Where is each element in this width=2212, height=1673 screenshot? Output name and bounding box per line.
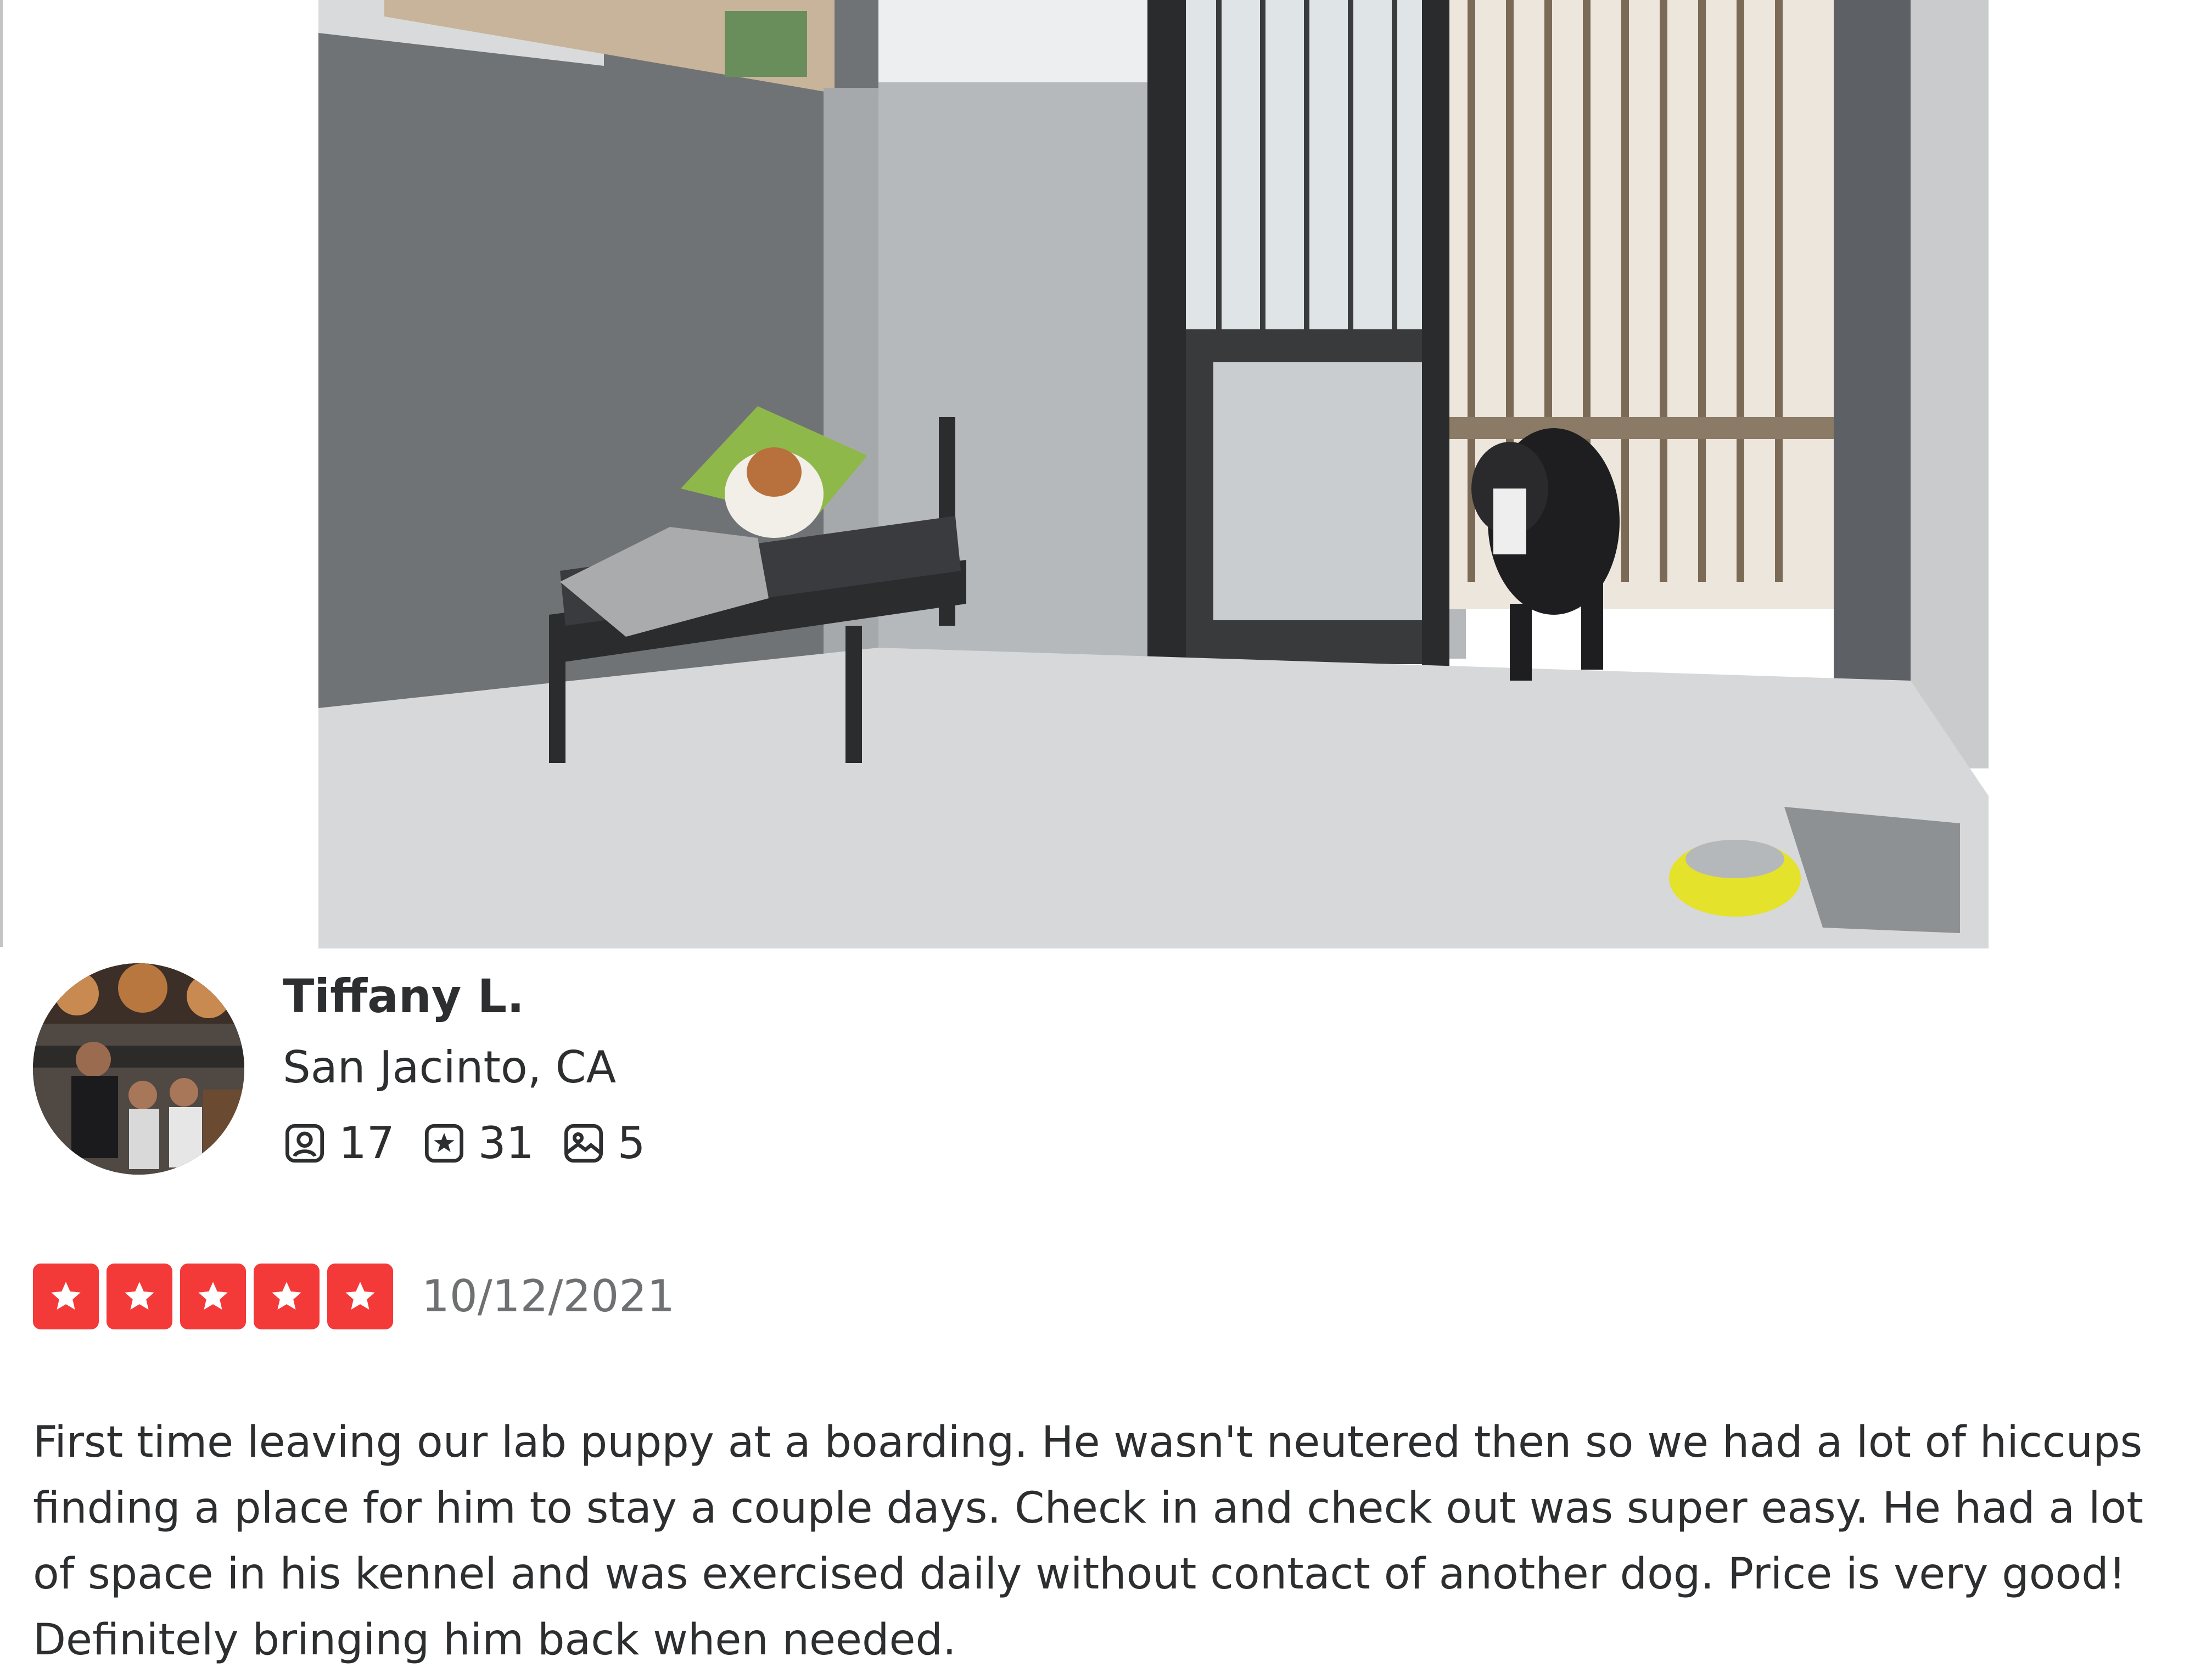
friends-count-value: 17 [339, 1118, 395, 1169]
reviews-star-icon [424, 1124, 463, 1163]
rating-star-4 [254, 1264, 320, 1329]
rating-star-1 [33, 1264, 99, 1329]
photos-count-value: 5 [617, 1118, 646, 1169]
user-avatar[interactable] [33, 963, 244, 1175]
star-icon [125, 1282, 154, 1310]
rating-row: 10/12/2021 [33, 1261, 675, 1332]
star-icon [345, 1282, 375, 1310]
star-icon [198, 1282, 228, 1310]
review-date: 10/12/2021 [422, 1271, 675, 1322]
friends-count: 17 [283, 1116, 395, 1171]
rating-star-2 [107, 1264, 172, 1329]
left-divider-line [0, 0, 3, 947]
review-text: First time leaving our lab puppy at a bo… [33, 1418, 2143, 1665]
rating-star-3 [180, 1264, 246, 1329]
reviews-count-value: 31 [478, 1118, 534, 1169]
reviews-count: 31 [422, 1116, 534, 1171]
star-rating [33, 1264, 393, 1329]
user-stats: 17 31 5 [283, 1116, 673, 1171]
user-name[interactable]: Tiffany L. [283, 969, 524, 1024]
user-location: San Jacinto, CA [283, 1042, 617, 1093]
friends-icon [285, 1124, 324, 1163]
photos-count: 5 [562, 1116, 646, 1171]
star-icon [272, 1282, 301, 1310]
photos-icon [564, 1124, 603, 1163]
star-icon [51, 1282, 81, 1310]
review-photo[interactable] [318, 0, 1989, 948]
rating-star-5 [327, 1264, 393, 1329]
